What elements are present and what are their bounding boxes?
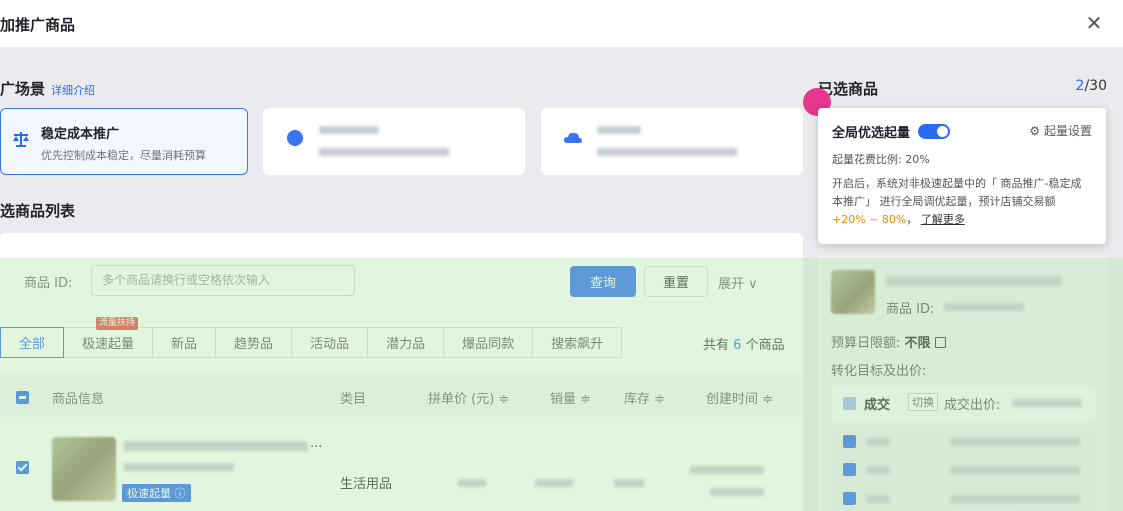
- row-stock-blur: [614, 479, 644, 487]
- row-sales-blur: [535, 479, 573, 487]
- boost-settings-label: 起量设置: [1043, 124, 1092, 138]
- global-boost-popover: 全局优选起量 ⚙ 起量设置 起量花费比例: 20% 开启后，系统对非极速起量中的…: [818, 108, 1106, 244]
- popover-sep: ，: [906, 213, 918, 226]
- col-created[interactable]: 创建时间 ≑: [706, 388, 773, 407]
- selected-product-id-label: 商品 ID:: [886, 302, 935, 317]
- deal-checkbox[interactable]: [843, 397, 856, 410]
- col-product-info: 商品信息: [52, 392, 105, 407]
- product-id-input[interactable]: 多个商品请换行或空格依次输入: [91, 265, 355, 296]
- scene-title: 广场景: [0, 80, 46, 98]
- selected-count: 2/30: [1076, 78, 1107, 94]
- tab-hit-same[interactable]: 爆品同款: [444, 327, 534, 358]
- col-stock[interactable]: 库存 ≑: [624, 388, 665, 407]
- table-row: [0, 417, 803, 511]
- col-category: 类目: [340, 392, 367, 407]
- budget-row: 预算日限额: 不限: [831, 332, 946, 351]
- deal-label: 成交: [864, 394, 890, 413]
- popover-title: 全局优选起量: [832, 126, 911, 141]
- product-title-blur: [124, 441, 308, 451]
- scene-card-blurred-1[interactable]: [263, 108, 525, 175]
- popover-desc: 开启后，系统对非极速起量中的「 商品推广-稳定成本推广」 进行全局调优起量，预计…: [832, 177, 1082, 208]
- deal-bid-label: 成交出价:: [944, 398, 1001, 413]
- boost-settings-link[interactable]: ⚙ 起量设置: [1029, 122, 1092, 139]
- bid-option-checkbox-2[interactable]: [843, 463, 856, 476]
- product-title-ellipsis: ...: [310, 436, 323, 451]
- bid-option-checkbox-1[interactable]: [843, 435, 856, 448]
- count-prefix: 共有: [703, 338, 730, 353]
- gear-icon: ⚙: [1029, 124, 1041, 138]
- filter-label: 商品 ID:: [24, 276, 73, 291]
- bid-option-3-value-blur: [950, 495, 1080, 503]
- global-boost-toggle[interactable]: [918, 124, 951, 139]
- scene-option-desc: 优先控制成本稳定，尽量消耗预算: [41, 149, 206, 162]
- tab-activity[interactable]: 活动品: [292, 327, 369, 358]
- scene-card-blurred-2[interactable]: [541, 108, 803, 175]
- deal-bid-blur: [1012, 399, 1082, 407]
- scene-card-stable-cost[interactable]: 稳定成本推广 优先控制成本稳定，尽量消耗预算: [0, 108, 248, 175]
- close-icon[interactable]: ✕: [1081, 10, 1107, 36]
- budget-label: 预算日限额:: [831, 336, 901, 351]
- selected-product-title-blur: [886, 276, 1062, 286]
- table-header: [0, 373, 803, 417]
- bid-option-checkbox-3[interactable]: [843, 492, 856, 505]
- reset-button[interactable]: 重置: [644, 266, 708, 297]
- row-checkbox[interactable]: [16, 461, 29, 474]
- budget-value: 不限: [904, 336, 931, 351]
- deal-label-text: 成交: [864, 398, 891, 413]
- category-tabs: 全部 极速起量 流量扶持 新品 趋势品 活动品 潜力品 爆品同款 搜索飙升: [0, 317, 623, 358]
- bid-option-1-value-blur: [950, 438, 1080, 446]
- fast-boost-badge[interactable]: 极速起量 ⓘ: [122, 484, 191, 502]
- row-category: 生活用品: [340, 477, 393, 492]
- tab-trending[interactable]: 趋势品: [216, 327, 293, 358]
- popover-range: +20% ~ 80%: [832, 213, 907, 226]
- tab-fast-boost[interactable]: 极速起量 流量扶持: [64, 317, 154, 358]
- row-time-blur: [710, 488, 764, 496]
- learn-more-link[interactable]: 了解更多: [921, 213, 965, 226]
- list-title: 选商品列表: [0, 202, 76, 220]
- bid-option-1-blur: [866, 438, 890, 446]
- selected-product-id-blur: [944, 303, 1024, 311]
- circle-icon: [287, 130, 303, 146]
- balance-icon: [13, 132, 29, 147]
- tab-search-surge[interactable]: 搜索飙升: [533, 327, 623, 358]
- dialog-header: 加推广商品 ✕: [0, 0, 1123, 48]
- bid-option-2-blur: [866, 466, 890, 474]
- popover-desc-block: 开启后，系统对非极速起量中的「 商品推广-稳定成本推广」 进行全局调优起量，预计…: [832, 175, 1092, 229]
- count-value: 6: [733, 338, 742, 353]
- row-date-blur: [690, 466, 764, 474]
- row-price-blur: [458, 479, 486, 487]
- col-price[interactable]: 拼单价 (元) ≑: [428, 388, 509, 407]
- query-button[interactable]: 查询: [570, 266, 636, 297]
- product-id-blur: [124, 463, 234, 471]
- bid-option-3-blur: [866, 495, 890, 503]
- cloud-icon: [564, 132, 582, 143]
- edit-icon[interactable]: [934, 337, 946, 348]
- hot-badge: 流量扶持: [96, 317, 139, 330]
- popover-ratio: 起量花费比例: 20%: [832, 153, 930, 166]
- tab-potential[interactable]: 潜力品: [368, 327, 445, 358]
- product-thumbnail: [52, 437, 116, 501]
- select-all-checkbox[interactable]: [16, 391, 29, 404]
- scene-heading: 广场景 详细介绍: [0, 78, 95, 99]
- tab-fast-boost-label: 极速起量: [82, 337, 135, 352]
- dialog-title: 加推广商品: [0, 16, 76, 34]
- bid-option-2-value-blur: [950, 466, 1080, 474]
- product-count: 共有 6 个商品: [703, 334, 785, 353]
- target-label: 转化目标及出价:: [831, 364, 927, 379]
- tab-all[interactable]: 全部: [0, 327, 65, 358]
- scene-option-title: 稳定成本推广: [41, 127, 120, 142]
- switch-button[interactable]: 切换: [908, 393, 938, 411]
- count-suffix: 个商品: [745, 338, 785, 353]
- selected-count-total: /30: [1084, 78, 1107, 94]
- selected-thumbnail: [831, 270, 875, 314]
- scene-detail-link[interactable]: 详细介绍: [51, 84, 95, 97]
- col-sales[interactable]: 销量 ≑: [550, 388, 591, 407]
- tab-new[interactable]: 新品: [153, 327, 217, 358]
- expand-toggle[interactable]: 展开 ∨: [718, 273, 758, 292]
